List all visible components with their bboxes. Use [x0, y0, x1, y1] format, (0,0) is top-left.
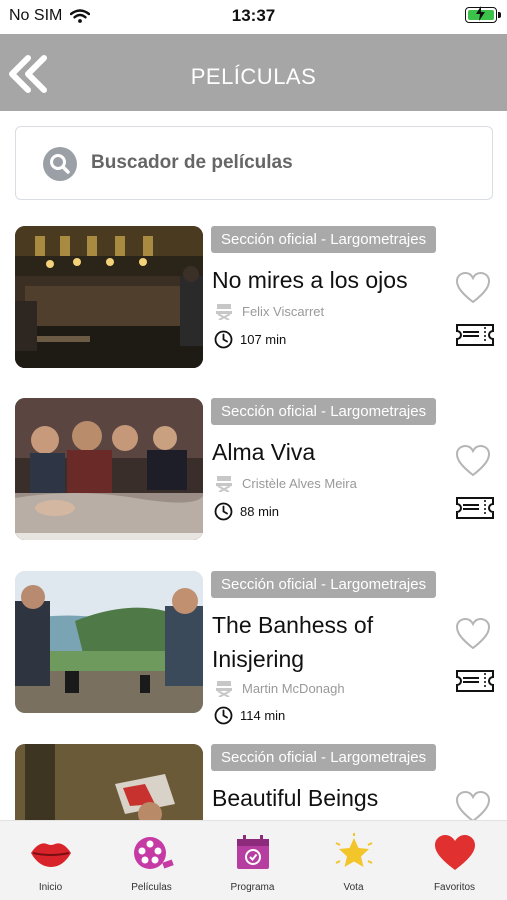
section-badge: Sección oficial - Largometrajes [211, 744, 437, 771]
tab-inicio[interactable]: Inicio [0, 821, 101, 900]
tab-programa[interactable]: Programa [202, 821, 303, 900]
clock-icon [214, 330, 233, 349]
film-item[interactable]: Sección oficial - Largometrajes The Banh… [0, 571, 507, 741]
duration-label: 107 min [240, 332, 287, 347]
director-row: Martin McDonagh [214, 679, 345, 697]
tab-label: Programa [230, 882, 275, 893]
film-poster-image[interactable] [15, 226, 203, 368]
tab-label: Vota [343, 882, 364, 893]
director-row: Cristèle Alves Meira [214, 474, 357, 492]
director-chair-icon [216, 304, 232, 320]
tab-vota[interactable]: Vota [303, 821, 404, 900]
clock-icon [214, 706, 233, 725]
tab-bar: Inicio Películas Programa Vota Favoritos [0, 820, 507, 900]
film-title[interactable]: Alma Viva [212, 435, 447, 469]
battery-icon [465, 6, 501, 23]
director-name: Felix Viscarret [242, 303, 325, 319]
duration-label: 114 min [240, 708, 286, 723]
film-item[interactable]: Sección oficial - Largometrajes No mires… [0, 226, 507, 376]
ticket-icon[interactable] [455, 496, 495, 520]
film-title[interactable]: Beautiful Beings [212, 781, 447, 815]
film-title[interactable]: No mires a los ojos [212, 263, 447, 297]
tab-label: Favoritos [433, 882, 476, 893]
section-badge: Sección oficial - Largometrajes [211, 398, 437, 425]
film-item[interactable]: Sección oficial - Largometrajes Beautifu… [0, 744, 507, 820]
favorite-heart-icon[interactable] [455, 444, 491, 478]
film-poster-image[interactable] [15, 571, 203, 713]
page-title: PELÍCULAS [190, 64, 317, 89]
director-name: Cristèle Alves Meira [242, 475, 357, 491]
duration-row: 107 min [214, 330, 286, 349]
clock-icon [214, 502, 233, 521]
film-poster-image[interactable] [15, 744, 203, 820]
nav-bar: PELÍCULAS [0, 34, 507, 111]
duration-row: 114 min [214, 706, 285, 725]
tab-peliculas[interactable]: Películas [101, 821, 202, 900]
duration-row: 88 min [214, 502, 279, 521]
status-bar: No SIM 13:37 [0, 0, 507, 34]
lips-icon [30, 843, 71, 867]
clock: 13:37 [231, 6, 276, 25]
tab-label: Películas [131, 882, 172, 893]
film-item[interactable]: Sección oficial - Largometrajes Alma Viv… [0, 398, 507, 548]
duration-label: 88 min [240, 504, 280, 519]
favorite-heart-icon[interactable] [455, 790, 491, 820]
search-field[interactable]: Buscador de películas [15, 126, 493, 200]
search-placeholder: Buscador de películas [91, 152, 293, 173]
ticket-icon[interactable] [455, 323, 495, 347]
star-icon [335, 833, 372, 867]
director-row: Felix Viscarret [214, 302, 324, 320]
director-chair-icon [216, 476, 232, 492]
section-badge: Sección oficial - Largometrajes [211, 571, 437, 598]
tab-favoritos[interactable]: Favoritos [404, 821, 505, 900]
director-name: Martin McDonagh [242, 680, 345, 696]
search-icon [43, 147, 77, 181]
director-chair-icon [216, 681, 232, 697]
film-poster-image[interactable] [15, 398, 203, 540]
calendar-icon [236, 835, 269, 869]
film-reel-icon [133, 837, 174, 869]
section-badge: Sección oficial - Largometrajes [211, 226, 437, 253]
heart-icon [434, 835, 475, 870]
ticket-icon[interactable] [455, 669, 495, 693]
favorite-heart-icon[interactable] [455, 617, 491, 651]
tab-label: Inicio [38, 882, 63, 893]
favorite-heart-icon[interactable] [455, 271, 491, 305]
film-title[interactable]: The Banhess of Inisjering [212, 608, 447, 676]
